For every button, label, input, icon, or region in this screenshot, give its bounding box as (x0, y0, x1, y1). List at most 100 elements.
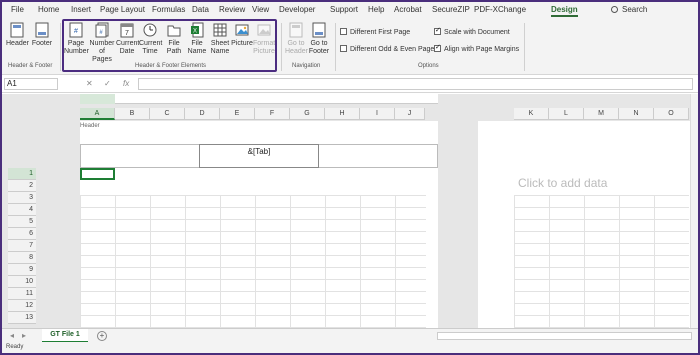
tab-formulas[interactable]: Formulas (152, 5, 185, 14)
enter-icon[interactable]: ✓ (104, 79, 111, 88)
cancel-icon[interactable]: ✕ (86, 79, 93, 88)
header-center-section[interactable]: &[Tab] (199, 144, 319, 168)
footer-label: Footer (31, 40, 53, 47)
row-header-1[interactable]: 1 (8, 168, 36, 180)
go-to-header-button[interactable]: Go to Header (285, 22, 308, 56)
column-header-j[interactable]: J (395, 108, 425, 120)
column-header-f[interactable]: F (255, 108, 290, 120)
prev-sheet-icon[interactable]: ◂ (10, 331, 14, 340)
tab-review[interactable]: Review (219, 5, 245, 14)
scale-with-document-label: Scale with Document (444, 29, 510, 36)
horizontal-ruler (80, 94, 438, 104)
row-header-4[interactable]: 4 (8, 204, 36, 216)
row-header-12[interactable]: 12 (8, 300, 36, 312)
row-header-13[interactable]: 13 (8, 312, 36, 324)
page-2: Click to add data (478, 121, 698, 328)
column-header-h[interactable]: H (325, 108, 360, 120)
tab-support[interactable]: Support (330, 5, 358, 14)
go-to-footer-button[interactable]: Go to Footer (308, 22, 330, 56)
tab-pdf-xchange[interactable]: PDF-XChange (474, 5, 526, 14)
go-to-footer-icon (312, 22, 326, 38)
formula-bar: A1 ✕ ✓ fx (2, 76, 698, 93)
checkbox-box (340, 28, 347, 35)
tab-help[interactable]: Help (368, 5, 384, 14)
column-header-e[interactable]: E (220, 108, 255, 120)
cell-grid-page2[interactable] (514, 195, 689, 328)
column-header-g[interactable]: G (290, 108, 325, 120)
tab-insert[interactable]: Insert (71, 5, 91, 14)
fx-icon[interactable]: fx (123, 79, 129, 88)
header-label: Header (6, 40, 29, 47)
row-header-6[interactable]: 6 (8, 228, 36, 240)
column-header-o[interactable]: O (654, 108, 689, 120)
vertical-scrollbar[interactable] (690, 94, 698, 328)
column-header-i[interactable]: I (360, 108, 395, 120)
column-header-l[interactable]: L (549, 108, 584, 120)
ruler-selection (80, 94, 115, 104)
column-header-b[interactable]: B (115, 108, 150, 120)
header-button[interactable]: Header (6, 22, 29, 48)
sheet-area: A B C D E F G H I J K L M N O Header &[T… (2, 94, 698, 328)
search-label: Search (622, 5, 648, 14)
formula-input[interactable] (138, 78, 693, 90)
column-header-k[interactable]: K (514, 108, 549, 120)
row-header-10[interactable]: 10 (8, 276, 36, 288)
checkbox-box (340, 45, 347, 52)
next-sheet-icon[interactable]: ▸ (22, 331, 26, 340)
align-with-margins-checkbox[interactable]: Align with Page Margins (434, 43, 519, 53)
different-first-page-checkbox[interactable]: Different First Page (340, 28, 410, 36)
scale-with-document-checkbox[interactable]: Scale with Document (434, 26, 510, 36)
column-header-n[interactable]: N (619, 108, 654, 120)
add-sheet-icon[interactable]: + (97, 331, 107, 341)
click-to-add-data[interactable]: Click to add data (518, 176, 607, 190)
search-icon (611, 6, 618, 13)
row-header-11[interactable]: 11 (8, 288, 36, 300)
different-first-page-label: Different First Page (350, 29, 411, 36)
row-header-2[interactable]: 2 (8, 180, 36, 192)
ribbon-separator (60, 23, 61, 71)
column-header-a[interactable]: A (80, 108, 115, 120)
row-header-5[interactable]: 5 (8, 216, 36, 228)
tab-securezip[interactable]: SecureZIP (432, 5, 470, 14)
tab-page-layout[interactable]: Page Layout (100, 5, 145, 14)
footer-button[interactable]: Footer (30, 22, 54, 48)
tab-data[interactable]: Data (192, 5, 209, 14)
active-cell-a1[interactable] (80, 168, 115, 180)
ribbon-separator (335, 23, 336, 71)
ribbon-separator (281, 23, 282, 71)
group-options-label: Options (418, 63, 439, 69)
tab-developer[interactable]: Developer (279, 5, 315, 14)
excel-window: File Home Insert Page Layout Formulas Da… (2, 2, 698, 353)
ribbon-separator (524, 23, 525, 71)
sheet-tab-bar: ◂ ▸ GT File 1 + (2, 328, 698, 343)
row-header-8[interactable]: 8 (8, 252, 36, 264)
row-header-7[interactable]: 7 (8, 240, 36, 252)
tab-file[interactable]: File (11, 5, 24, 14)
tab-acrobat[interactable]: Acrobat (394, 5, 422, 14)
column-header-c[interactable]: C (150, 108, 185, 120)
horizontal-scrollbar[interactable] (437, 332, 692, 340)
checkbox-box-checked (434, 43, 441, 52)
column-header-m[interactable]: M (584, 108, 619, 120)
tab-view[interactable]: View (252, 5, 269, 14)
different-odd-even-checkbox[interactable]: Different Odd & Even Pages (340, 45, 438, 53)
name-box[interactable]: A1 (4, 78, 58, 90)
column-header-d[interactable]: D (185, 108, 220, 120)
go-to-header-label: Go to Header (285, 40, 308, 55)
footer-icon (35, 22, 49, 38)
group-header-footer-label: Header & Footer (8, 63, 53, 69)
checkbox-box-checked (434, 26, 441, 35)
row-header-3[interactable]: 3 (8, 192, 36, 204)
go-to-footer-label: Go to Footer (308, 40, 330, 55)
tab-design[interactable]: Design (551, 5, 578, 17)
header-icon (10, 22, 24, 38)
row-header-9[interactable]: 9 (8, 264, 36, 276)
tab-home[interactable]: Home (38, 5, 59, 14)
search-box[interactable]: Search (611, 5, 647, 14)
group-navigation-label: Navigation (292, 63, 321, 69)
page-1: Header &[Tab] (80, 121, 438, 328)
status-text: Ready (6, 344, 24, 350)
sheet-tab-gt-file-1[interactable]: GT File 1 (42, 329, 88, 343)
go-to-header-icon (289, 22, 303, 38)
cell-grid[interactable] (80, 195, 426, 328)
